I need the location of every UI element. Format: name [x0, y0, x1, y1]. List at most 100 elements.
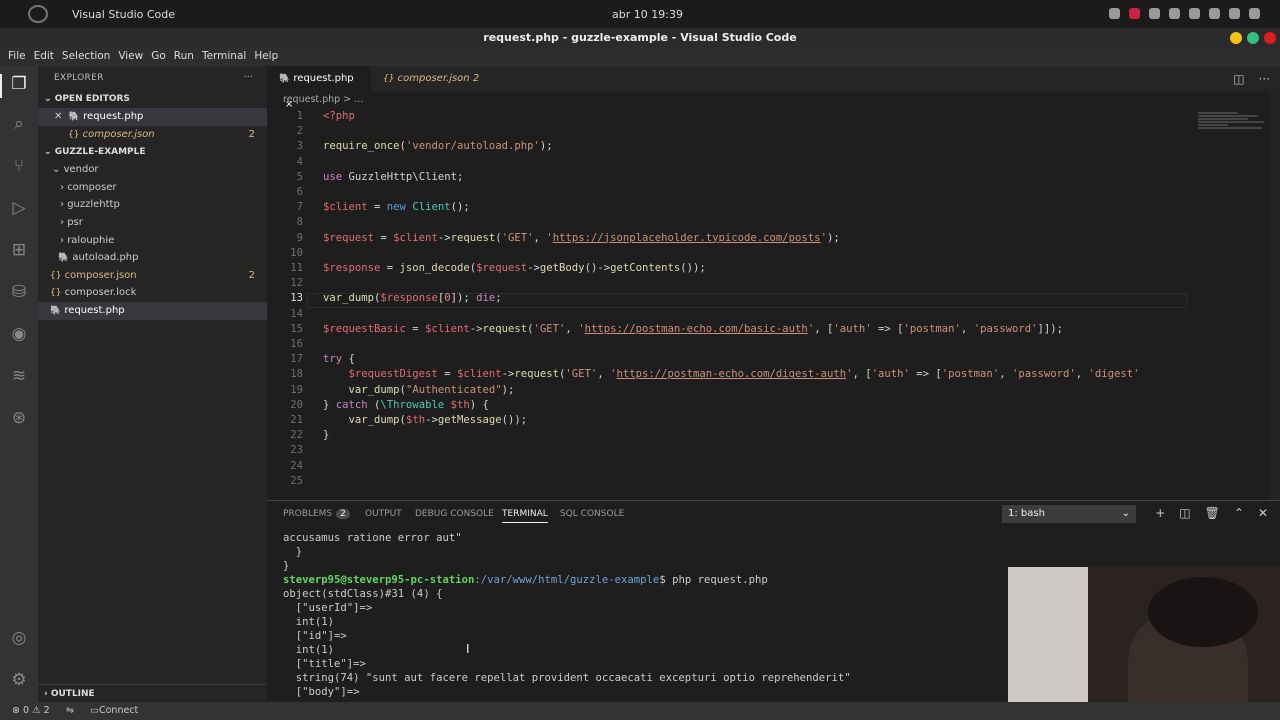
problems-status[interactable]: ⊗ 0 ⚠ 2	[12, 702, 50, 720]
tab-problems[interactable]: PROBLEMS 2	[283, 509, 350, 519]
code-token: require_once	[323, 140, 400, 153]
file-autoload-php[interactable]: 🐘 autoload.php	[38, 249, 267, 267]
file-label: composer.json	[64, 269, 137, 281]
close-panel-icon[interactable]: ✕	[1258, 506, 1268, 520]
line-number: 14	[290, 307, 303, 320]
volume-icon[interactable]	[1209, 8, 1220, 19]
git-graph-icon[interactable]: ⊛	[9, 408, 29, 428]
code-url[interactable]: https://postman-echo.com/basic-auth	[585, 323, 808, 335]
split-editor-icon[interactable]: ◫	[1233, 72, 1244, 86]
run-debug-icon[interactable]: ▷	[9, 198, 29, 218]
project-section[interactable]: ⌄ GUZZLE-EXAMPLE	[38, 143, 267, 161]
menu-go[interactable]: Go	[147, 48, 170, 66]
split-terminal-icon[interactable]: ◫	[1179, 506, 1190, 520]
menu-view[interactable]: View	[114, 48, 147, 66]
code-token: var_dump	[348, 383, 400, 396]
code-token: 'password'	[973, 322, 1038, 335]
code-url[interactable]: https://jsonplaceholder.typicode.com/pos…	[553, 232, 821, 244]
tray-app-icon[interactable]	[1109, 8, 1120, 19]
power-icon[interactable]	[1249, 8, 1260, 19]
database-icon[interactable]: ⛁	[9, 282, 29, 302]
json-file-icon: {}	[68, 129, 80, 140]
tab-debug-console[interactable]: DEBUG CONSOLE	[415, 509, 494, 519]
new-terminal-icon[interactable]: +	[1155, 506, 1165, 520]
minimap[interactable]	[1198, 112, 1268, 142]
menu-selection[interactable]: Selection	[58, 48, 114, 66]
more-actions-icon[interactable]: ···	[1259, 72, 1270, 86]
code-token: $client	[425, 322, 470, 335]
window-title: request.php - guzzle-example - Visual St…	[483, 31, 797, 44]
tab-composer-json[interactable]: {} composer.json 2	[371, 66, 491, 92]
folder-label: composer	[67, 181, 117, 193]
code-token: 'GET'	[533, 322, 566, 335]
line-number: 23	[290, 444, 303, 457]
connect-status[interactable]: ▭ Connect	[90, 702, 138, 720]
file-label: composer.json	[82, 128, 155, 140]
folder-psr[interactable]: › psr	[38, 214, 267, 232]
tab-output[interactable]: OUTPUT	[365, 509, 402, 519]
line-number: 4	[296, 155, 303, 168]
tab-sql-console[interactable]: SQL CONSOLE	[560, 509, 624, 519]
os-clock[interactable]: abr 10 19:39	[612, 8, 683, 21]
menu-edit[interactable]: Edit	[30, 48, 58, 66]
breadcrumb[interactable]: request.php > ...	[267, 92, 1280, 108]
menu-file[interactable]: File	[4, 48, 30, 66]
settings-gear-icon[interactable]: ⚙	[9, 670, 29, 690]
network-icon[interactable]	[1189, 8, 1200, 19]
menu-run[interactable]: Run	[170, 48, 198, 66]
outline-section[interactable]: › OUTLINE	[38, 684, 267, 702]
code-token: use	[323, 170, 343, 183]
file-composer-lock[interactable]: {} composer.lock	[38, 284, 267, 302]
search-icon[interactable]: ⌕	[9, 114, 29, 134]
extensions-icon[interactable]: ⊞	[9, 240, 29, 260]
file-request-php[interactable]: 🐘 request.php	[38, 301, 267, 320]
code-token: \Throwable	[380, 398, 445, 411]
maximize-button[interactable]	[1247, 32, 1259, 44]
minimize-button[interactable]	[1230, 32, 1242, 44]
more-actions-icon[interactable]: ···	[243, 72, 253, 84]
docker-icon[interactable]: ≋	[9, 366, 29, 386]
file-label: autoload.php	[72, 252, 139, 264]
close-editor-icon[interactable]: ✕	[54, 111, 62, 122]
prompt-user: steverp95@steverp95-pc-station	[283, 574, 475, 586]
tray-app-icon[interactable]	[1129, 8, 1140, 19]
project-title: GUZZLE-EXAMPLE	[54, 147, 146, 158]
code-token: $requestBasic	[323, 322, 406, 335]
source-control-icon[interactable]: ⑂	[9, 156, 29, 176]
mic-icon[interactable]	[1229, 8, 1240, 19]
screen-icon[interactable]	[1169, 8, 1180, 19]
close-tab-icon[interactable]: ×	[285, 99, 293, 110]
terminal-select[interactable]: 1: bash ⌄	[1002, 505, 1136, 523]
tab-request-php[interactable]: 🐘 request.php ×	[267, 66, 371, 110]
active-marker	[0, 74, 2, 98]
kill-terminal-icon[interactable]: 🗑	[1205, 506, 1220, 520]
code-token: 'vendor/autoload.php'	[405, 140, 540, 153]
tray-app-icon[interactable]	[1149, 8, 1160, 19]
file-label: request.php	[64, 304, 125, 316]
tab-terminal[interactable]: TERMINAL	[502, 509, 548, 523]
explorer-icon[interactable]: ❐	[9, 74, 29, 94]
text-cursor-icon: I	[466, 642, 470, 656]
close-button[interactable]	[1264, 32, 1276, 44]
open-editor-request-php[interactable]: ✕ 🐘 request.php	[38, 108, 267, 126]
code-url[interactable]: https://postman-echo.com/digest-auth	[616, 368, 846, 380]
code-token: die	[476, 292, 496, 305]
open-editor-composer-json[interactable]: {} composer.json 2	[38, 126, 267, 144]
open-editors-section[interactable]: ⌄ OPEN EDITORS	[38, 90, 267, 108]
folder-ralouphie[interactable]: › ralouphie	[38, 232, 267, 250]
folder-vendor[interactable]: ⌄ vendor	[38, 161, 267, 179]
spotify-icon[interactable]: ◉	[9, 324, 29, 344]
menu-help[interactable]: Help	[250, 48, 282, 66]
menu-terminal[interactable]: Terminal	[198, 48, 250, 66]
folder-composer[interactable]: › composer	[38, 179, 267, 197]
remote-icon[interactable]: ⇋	[66, 702, 74, 720]
editor-scrollbar[interactable]	[1270, 92, 1280, 500]
maximize-panel-icon[interactable]: ⌃	[1234, 506, 1244, 520]
account-icon[interactable]: ◎	[9, 628, 29, 648]
line-number: 16	[290, 338, 303, 350]
activities-icon[interactable]	[28, 5, 48, 23]
folder-guzzlehttp[interactable]: › guzzlehttp	[38, 196, 267, 214]
line-number: 15	[290, 322, 303, 335]
line-number: 24	[290, 459, 303, 472]
file-composer-json[interactable]: {} composer.json 2	[38, 267, 267, 285]
